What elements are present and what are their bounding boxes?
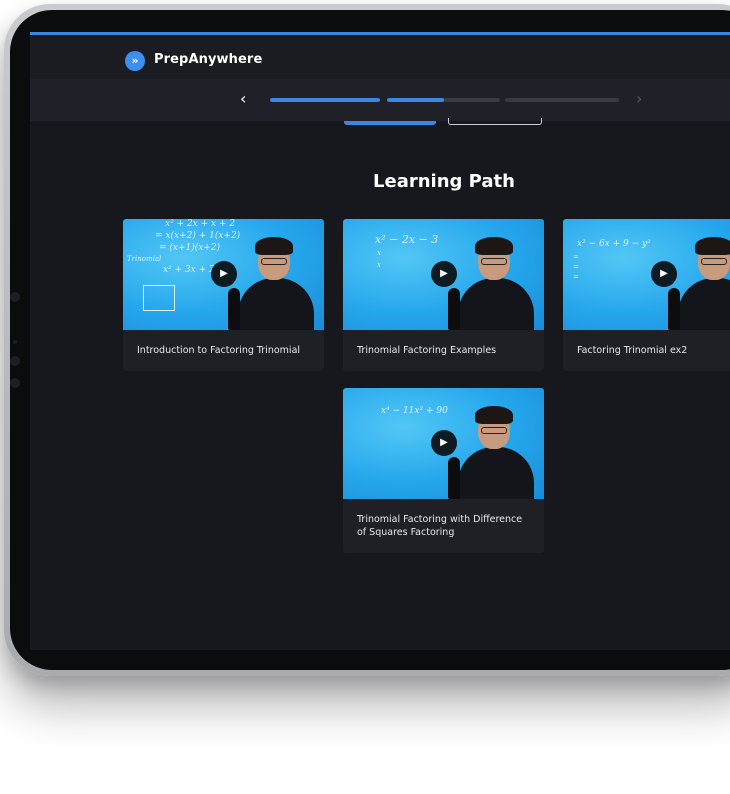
lesson-progress: ‹ › [30, 79, 730, 121]
video-card[interactable]: x² − 6x + 9 − y² = = = ▶ Factoring Trino… [563, 219, 730, 371]
play-icon[interactable]: ▶ [651, 261, 677, 287]
double-chevron-right-icon[interactable]: » [125, 51, 145, 71]
presenter [668, 234, 730, 330]
play-icon[interactable]: ▶ [431, 430, 457, 456]
video-card[interactable]: x² − 2x − 3 x x ▶ Trinomial Factoring Ex… [343, 219, 544, 371]
tab-active-indicator[interactable] [344, 121, 436, 125]
board-text: Trinomial [127, 255, 162, 263]
board-text: x² + 3x + 2 [163, 265, 215, 275]
tab-outline[interactable] [448, 118, 542, 125]
presenter [448, 234, 534, 330]
video-card[interactable]: x⁴ − 11x² + 90 ▶ Trinomial Factoring wit… [343, 388, 544, 553]
board-text: x² − 6x + 9 − y² [577, 239, 651, 249]
section-title: Learning Path [373, 171, 515, 192]
board-text: = (x+1)(x+2) [159, 243, 221, 253]
progress-segment[interactable] [270, 98, 380, 102]
sensor-dot [13, 340, 17, 344]
board-text: = [573, 263, 579, 271]
presenter [448, 403, 534, 499]
play-icon[interactable]: ▶ [431, 261, 457, 287]
video-thumbnail[interactable]: x² − 2x − 3 x x ▶ [343, 219, 544, 330]
top-navigation: » PrepAnywhere [30, 35, 730, 79]
progress-segment[interactable] [505, 98, 619, 102]
board-text: x⁴ − 11x² + 90 [381, 406, 448, 416]
board-text: x² − 2x − 3 [375, 233, 439, 246]
sensor-dot [10, 356, 20, 366]
chevron-right-icon[interactable]: › [636, 89, 642, 109]
video-title[interactable]: Introduction to Factoring Trinomial [123, 330, 324, 371]
sensor-dot [10, 378, 20, 388]
video-title[interactable]: Factoring Trinomial ex2 [563, 330, 730, 371]
camera-dot [10, 292, 20, 302]
progress-segment-fill [387, 98, 444, 102]
board-text: = [573, 253, 579, 261]
microphone [448, 288, 460, 330]
microphone [228, 288, 240, 330]
chevron-left-icon[interactable]: ‹ [240, 89, 246, 109]
board-text: x² + 2x + x + 2 [165, 219, 236, 229]
presenter [228, 234, 314, 330]
board-graph [143, 285, 175, 311]
brand-name[interactable]: PrepAnywhere [154, 52, 262, 67]
video-card[interactable]: x² + 2x + x + 2 = x(x+2) + 1(x+2) = (x+1… [123, 219, 324, 371]
play-icon[interactable]: ▶ [211, 261, 237, 287]
video-thumbnail[interactable]: x⁴ − 11x² + 90 ▶ [343, 388, 544, 499]
app-screen: » PrepAnywhere ‹ › Learning Path x² + 2x… [30, 32, 730, 650]
microphone [448, 457, 460, 499]
video-title[interactable]: Trinomial Factoring with Difference of S… [343, 499, 544, 553]
progress-segment-fill [270, 98, 380, 102]
video-title[interactable]: Trinomial Factoring Examples [343, 330, 544, 371]
board-text: = x(x+2) + 1(x+2) [155, 231, 241, 241]
microphone [668, 288, 680, 330]
video-thumbnail[interactable]: x² − 6x + 9 − y² = = = ▶ [563, 219, 730, 330]
progress-segment[interactable] [387, 98, 500, 102]
video-thumbnail[interactable]: x² + 2x + x + 2 = x(x+2) + 1(x+2) = (x+1… [123, 219, 324, 330]
board-text: = [573, 273, 579, 281]
board-text: x [377, 249, 381, 257]
board-text: x [377, 261, 381, 269]
